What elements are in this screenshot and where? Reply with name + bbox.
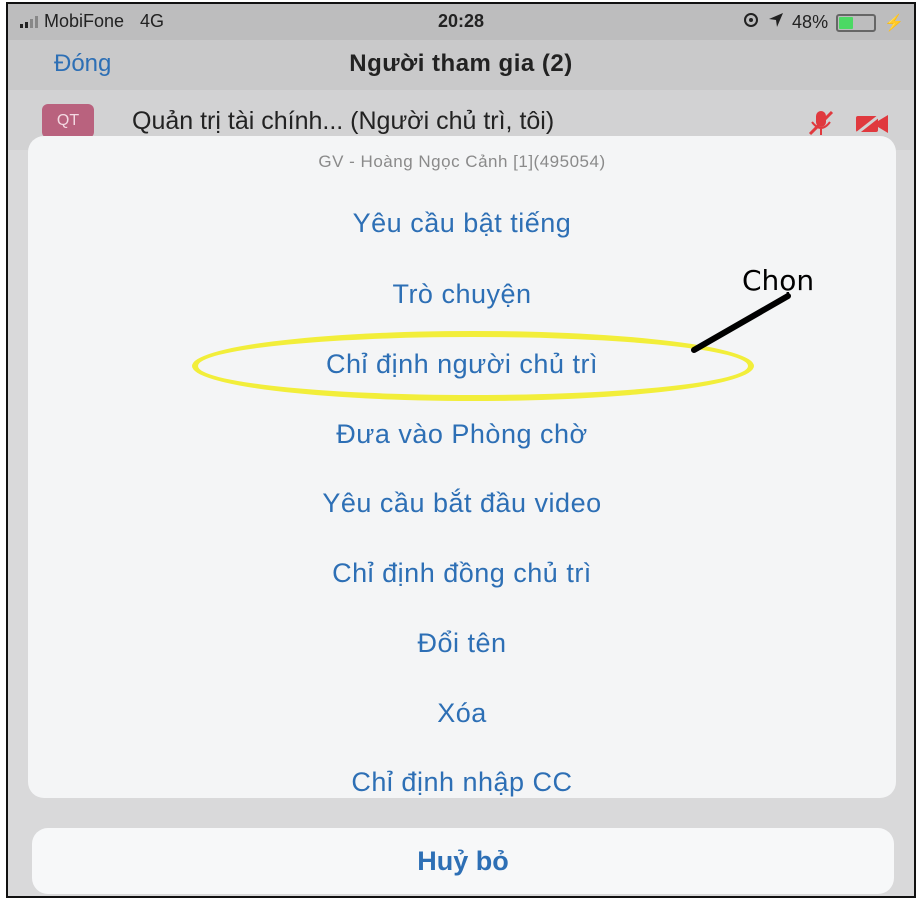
charging-icon: ⚡ — [884, 14, 904, 32]
sheet-title: GV - Hoàng Ngọc Cảnh [1](495054) — [318, 152, 606, 171]
make-cohost-option[interactable]: Chỉ định đồng chủ trì — [28, 558, 896, 589]
phone-screen: MobiFone 4G 20:28 48% ⚡ Đóng Người tham … — [6, 2, 916, 898]
request-unmute-option[interactable]: Yêu cầu bật tiếng — [28, 208, 896, 239]
remove-option[interactable]: Xóa — [28, 698, 896, 729]
assign-cc-option[interactable]: Chỉ định nhập CC — [28, 767, 896, 798]
highlight-ellipse — [192, 331, 754, 401]
orientation-lock-icon — [742, 11, 760, 34]
annotation-arrow — [691, 293, 791, 353]
battery-icon — [836, 13, 877, 32]
avatar: QT — [42, 104, 94, 138]
status-bar: MobiFone 4G 20:28 48% ⚡ — [8, 4, 914, 40]
location-icon — [768, 12, 784, 33]
waiting-room-option[interactable]: Đưa vào Phòng chờ — [28, 419, 896, 450]
battery-percent: 48% — [792, 12, 829, 32]
request-video-option[interactable]: Yêu cầu bắt đầu video — [28, 488, 896, 519]
action-sheet: GV - Hoàng Ngọc Cảnh [1](495054) Yêu cầu… — [28, 136, 896, 798]
page-title: Người tham gia (2) — [349, 50, 573, 77]
cancel-button[interactable]: Huỷ bỏ — [32, 846, 894, 877]
battery-level — [839, 16, 854, 29]
participant-name: Quản trị tài chính... (Người chủ trì, tô… — [132, 107, 555, 135]
cancel-sheet: Huỷ bỏ — [32, 828, 894, 894]
annotation-label: Chọn — [742, 264, 815, 297]
nav-bar: Đóng Người tham gia (2) — [8, 40, 914, 90]
rename-option[interactable]: Đổi tên — [28, 628, 896, 659]
